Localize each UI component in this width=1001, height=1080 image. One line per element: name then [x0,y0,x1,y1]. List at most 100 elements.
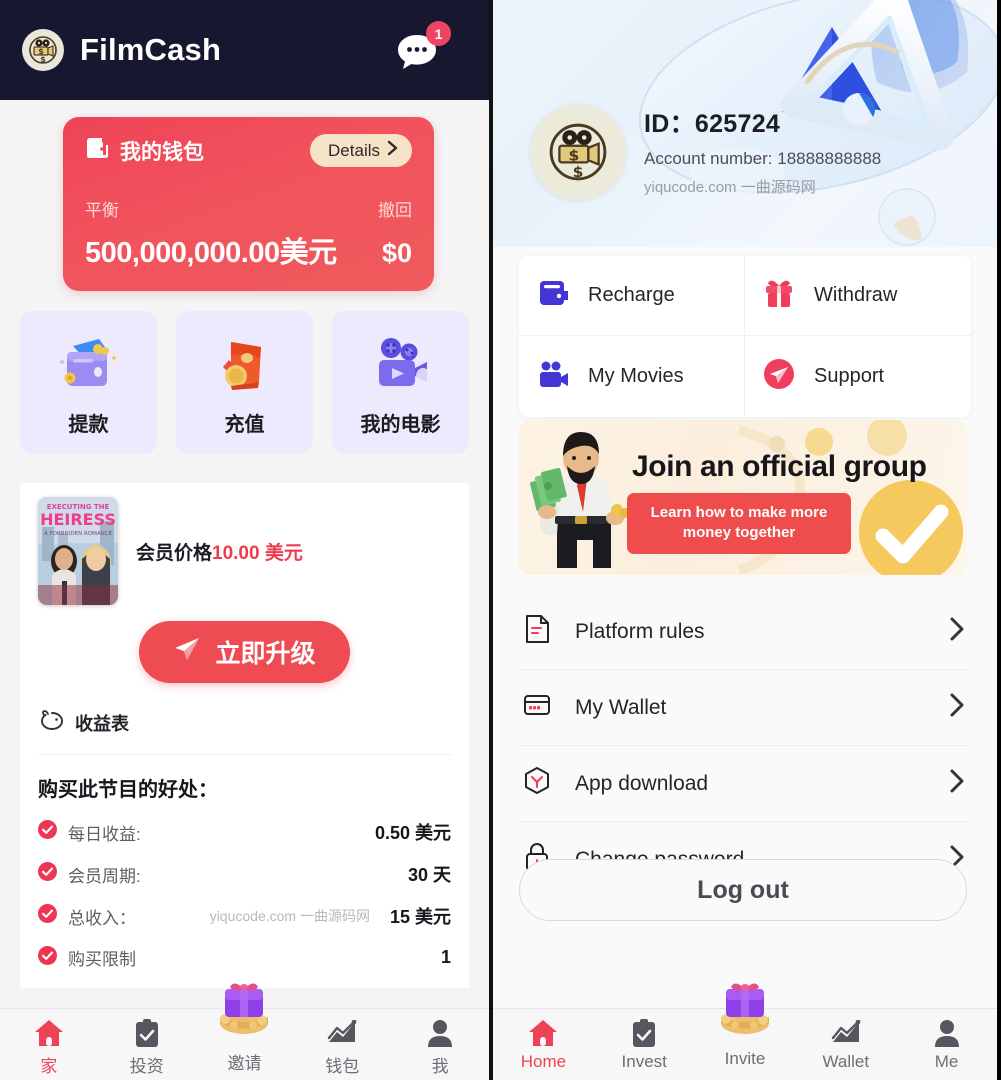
nav-item-invest[interactable]: Invest [594,1009,695,1072]
wallet-details-button[interactable]: Details [310,134,412,167]
earnings-table-link[interactable]: 收益表 [38,683,451,755]
watermark-text: yiqucode.com 一曲源码网 [644,179,816,196]
quick-action-label: 我的电影 [360,414,441,436]
nav-item-me[interactable]: 我 [391,1009,489,1077]
chart-line-icon [831,1017,861,1049]
official-group-banner[interactable]: Join an official group Learn how to make… [519,420,967,575]
chevron-right-icon [949,768,965,799]
benefit-row: 会员周期: 30 天 [38,853,451,895]
nav-label: Me [934,1052,959,1071]
benefits-section: 购买此节目的好处： 每日收益: 0.50 美元 会员周期: 30 天 总收入： … [20,755,469,988]
app-header: $ $ FilmCash 1 [0,0,489,100]
svg-text:$: $ [568,146,579,164]
benefit-row: 总收入： yiqucode.com 一曲源码网 15 美元 [38,895,451,937]
wallet-values-row: 500,000,000.00美元 $0 [85,229,412,271]
price-prefix: 会员价格 [136,542,213,564]
wallet-icon [537,278,569,313]
movie-price: 会员价格10.00 美元 [136,538,303,565]
wallet-title-text: 我的钱包 [120,140,204,164]
movie-row: EXECUTING THE HEIRESS A FORBIDDEN ROMANC… [38,497,451,605]
quick-action-label: 提款 [68,414,109,436]
check-circle-icon [38,862,57,886]
quick-action-withdraw[interactable]: 提款 [20,311,157,454]
benefit-value: 1 [440,947,451,967]
profile-text-block: ID：625724 Account number: 18888888888 yi… [644,104,881,197]
document-icon [523,614,551,649]
logout-button[interactable]: Log out [519,859,967,921]
nav-item-wallet[interactable]: Wallet [795,1009,896,1072]
nav-label: Home [520,1052,567,1071]
left-bottom-nav: 家 投资 邀请 钱包 我 [0,983,489,1080]
nav-item-me[interactable]: Me [896,1009,997,1072]
nav-item-invest[interactable]: 投资 [98,1009,196,1077]
clipboard-check-icon [134,1017,160,1049]
nav-item-wallet[interactable]: 钱包 [293,1009,391,1077]
action-label: Support [814,365,885,387]
nav-item-home[interactable]: 家 [0,1009,98,1077]
action-withdraw[interactable]: Withdraw [745,256,971,336]
home-icon [528,1017,558,1049]
right-phone-panel: $ $ ID：625724 Account number: 1888888888… [493,0,997,1080]
nav-item-home[interactable]: Home [493,1009,594,1072]
svg-text:$: $ [573,163,584,181]
movie-poster[interactable]: EXECUTING THE HEIRESS A FORBIDDEN ROMANC… [38,497,118,605]
menu-item-app-download[interactable]: App download [519,746,971,822]
avatar[interactable]: $ $ [530,104,626,200]
upgrade-now-button[interactable]: 立即升级 [139,621,350,683]
piggy-bank-icon [40,709,64,736]
nav-item-invite[interactable]: Invite [695,983,796,1069]
nav-label: 钱包 [325,1057,360,1076]
banner-cta[interactable]: Learn how to make more money together [627,493,851,554]
withdraw-label: 撤回 [378,201,412,220]
balance-value: 500,000,000.00美元 [85,237,337,269]
nav-label: Invest [621,1052,667,1071]
menu-item-my-wallet[interactable]: My Wallet [519,670,971,746]
action-label: Withdraw [814,284,898,306]
svg-text:A FORBIDDEN ROMANCE: A FORBIDDEN ROMANCE [44,531,113,537]
chart-line-icon [327,1017,357,1049]
benefit-value: 30 天 [407,865,451,885]
withdraw-value: $0 [381,238,412,268]
wallet-icon [85,137,109,165]
nav-label: 我 [431,1057,449,1076]
home-icon [34,1017,64,1049]
check-circle-icon [38,820,57,844]
details-label: Details [328,140,380,160]
profile-hero: $ $ ID：625724 Account number: 1888888888… [493,0,997,247]
benefit-row: 每日收益: 0.50 美元 [38,811,451,853]
chevron-right-icon [949,616,965,647]
app-title: FilmCash [80,32,222,67]
wallet-card[interactable]: 我的钱包 Details 平衡 撤回 500,000,000.00美元 $0 [63,117,434,291]
nav-label: Wallet [822,1052,870,1071]
menu-label: My Wallet [575,695,667,719]
account-number: Account number: 18888888888 [644,149,882,168]
action-support[interactable]: Support [745,336,971,417]
benefit-label: 总收入： [68,908,136,928]
menu-label: App download [575,771,709,795]
right-bottom-nav: Home Invest Invite Wallet Me [493,983,997,1080]
card-icon [523,690,551,725]
wallet-title-group: 我的钱包 [85,136,204,166]
chevron-right-icon [949,692,965,723]
user-id: ID：625724 [644,110,781,138]
action-my-movies[interactable]: My Movies [519,336,745,417]
chevron-right-icon [387,140,398,161]
benefit-label: 购买限制 [68,950,136,969]
chat-bubble-icon[interactable]: 1 [397,21,451,75]
nav-label: 投资 [129,1057,164,1076]
benefit-value: 0.50 美元 [374,823,451,843]
wallet-3d-icon [53,328,125,402]
film-money-logo-icon: $ $ [22,29,64,71]
action-grid: Recharge Withdraw My Movies Support [519,256,971,417]
nav-item-invite[interactable]: 邀请 [196,983,294,1074]
wallet-labels-row: 平衡 撤回 [85,196,412,221]
action-recharge[interactable]: Recharge [519,256,745,336]
dual-phone-screenshot: $ $ FilmCash 1 我的钱包 Details 平衡 撤回 500,00… [0,0,1001,1080]
quick-action-my-movies[interactable]: 我的电影 [332,311,469,454]
quick-action-label: 充值 [224,414,265,436]
quick-action-recharge[interactable]: 充值 [176,311,313,454]
upgrade-label: 立即升级 [215,640,316,668]
menu-item-platform-rules[interactable]: Platform rules [519,594,971,670]
nav-label: 家 [40,1057,58,1076]
check-circle-icon [38,945,57,970]
